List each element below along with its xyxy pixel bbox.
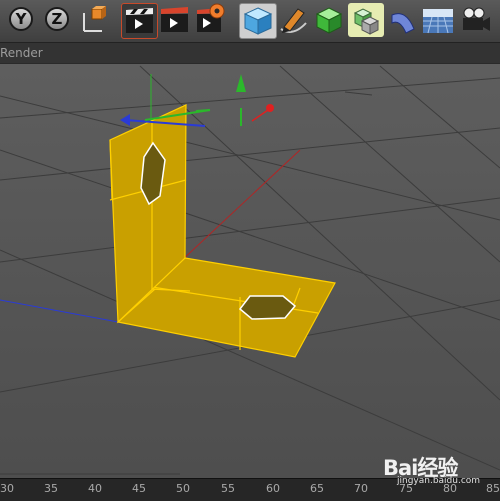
coordinate-system-button[interactable] <box>78 3 112 37</box>
ruler-tick-label: 65 <box>310 482 324 495</box>
cloner-icon <box>353 8 380 35</box>
deformer-button[interactable] <box>386 3 420 37</box>
ruler-tick-label: 70 <box>354 482 368 495</box>
floor-environment-button[interactable] <box>420 3 456 37</box>
grid-plane-icon <box>423 9 453 34</box>
camera-button[interactable] <box>458 3 494 37</box>
array-generator-button[interactable] <box>348 3 384 37</box>
y-axis-lock-button[interactable]: Y <box>9 7 33 31</box>
ruler-tick-label: 35 <box>44 482 58 495</box>
subdivision-surface-button[interactable] <box>312 3 346 37</box>
camera-icon <box>463 7 490 31</box>
watermark-url: jingyan.baidu.com <box>397 476 481 486</box>
perspective-viewport[interactable] <box>0 64 500 478</box>
clapper-play-icon <box>161 7 188 32</box>
coordinate-axes-icon <box>83 6 106 32</box>
ruler-tick-label: 45 <box>132 482 146 495</box>
pen-spline-button[interactable] <box>276 3 310 37</box>
render-menu[interactable]: Render <box>0 46 43 60</box>
ruler-tick-label: 55 <box>221 482 235 495</box>
viewport-menu-bar: Render <box>0 43 500 64</box>
pen-icon <box>280 8 307 33</box>
bend-icon <box>391 13 415 34</box>
move-gizmo <box>120 74 274 127</box>
ruler-tick-label: 50 <box>176 482 190 495</box>
world-z-axis <box>0 299 119 323</box>
cube-icon <box>243 7 273 35</box>
ruler-tick-label: 30 <box>0 482 14 495</box>
main-toolbar: Y Z <box>0 0 500 43</box>
ruler-tick-label: 60 <box>266 482 280 495</box>
green-cube-icon <box>315 7 343 34</box>
render-view-button[interactable] <box>121 3 158 39</box>
baidu-watermark: Bai经验 jingyan.baidu.com <box>383 452 498 492</box>
ruler-tick-label: 40 <box>88 482 102 495</box>
render-to-picture-viewer-button[interactable] <box>157 3 192 37</box>
render-settings-button[interactable] <box>193 3 228 37</box>
clapper-play-icon <box>126 8 153 33</box>
clapper-gear-icon <box>197 3 225 32</box>
cube-primitive-button[interactable] <box>239 3 277 39</box>
viewport-scene <box>0 65 500 475</box>
z-axis-lock-button[interactable]: Z <box>45 7 69 31</box>
